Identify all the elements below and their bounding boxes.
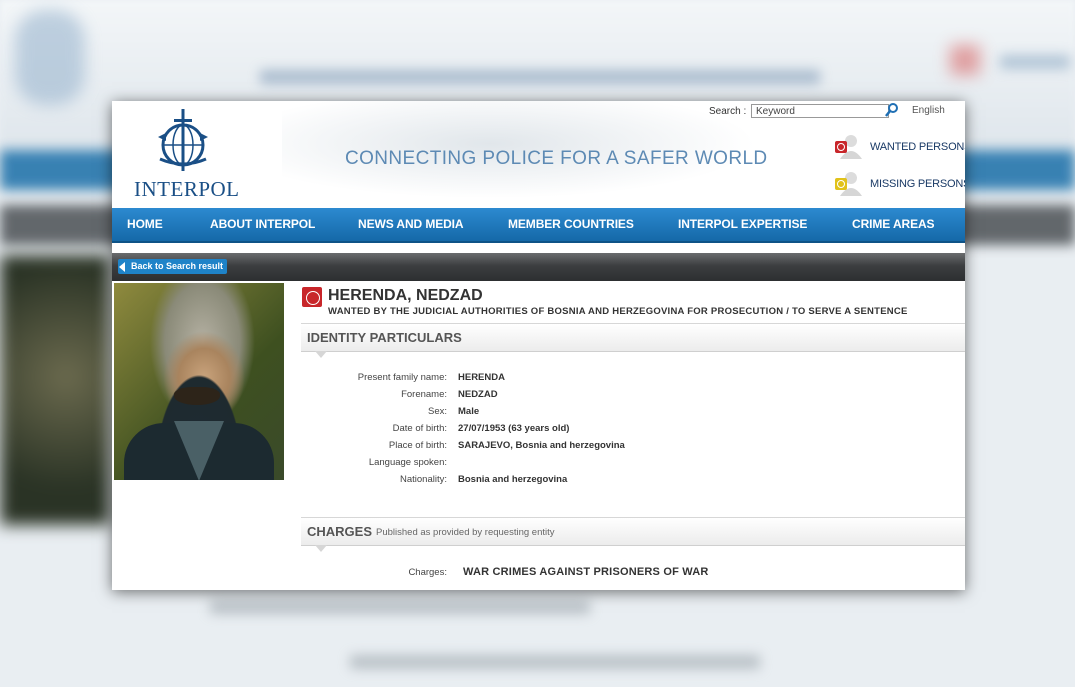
- back-to-search-button[interactable]: Back to Search result: [118, 259, 228, 274]
- particulars-value: 27/07/1953 (63 years old): [458, 423, 570, 434]
- wanted-person-name: HERENDA, NEDZAD: [328, 287, 483, 304]
- wanted-persons-label: WANTED PERSONS: [870, 141, 965, 153]
- particulars-value: SARAJEVO, Bosnia and herzegovina: [458, 440, 625, 451]
- particulars-value: HERENDA: [458, 372, 505, 383]
- charges-subtitle: Published as provided by requesting enti…: [376, 527, 555, 538]
- red-notice-icon: [302, 287, 322, 307]
- identity-particulars-header: IDENTITY PARTICULARS: [301, 323, 965, 358]
- charges-label: Charges:: [408, 567, 447, 578]
- suspect-photo: [114, 283, 284, 480]
- particulars-label: Present family name:: [357, 372, 447, 383]
- particulars-row: Sex: Male: [301, 406, 965, 420]
- particulars-value: Bosnia and herzegovina: [458, 474, 568, 485]
- interpol-emblem-icon: [158, 109, 208, 171]
- site-header: INTERPOL CONNECTING POLICE FOR A SAFER W…: [112, 101, 965, 208]
- particulars-value: Male: [458, 406, 480, 417]
- nav-item-home[interactable]: HOME: [127, 217, 163, 231]
- charges-title: CHARGES: [307, 524, 373, 539]
- particulars-label: Language spoken:: [368, 457, 447, 468]
- identity-particulars-list: Present family name: HERENDA Forename: N…: [301, 353, 965, 513]
- particulars-value: NEDZAD: [458, 389, 498, 400]
- interpol-logo[interactable]: INTERPOL: [130, 107, 240, 202]
- particulars-row: Place of birth: SARAJEVO, Bosnia and her…: [301, 440, 965, 454]
- wanted-persons-link[interactable]: WANTED PERSONS: [834, 133, 965, 159]
- particulars-row: Language spoken:: [301, 457, 965, 471]
- particulars-label: Sex:: [427, 406, 447, 417]
- nav-item-about-interpol[interactable]: ABOUT INTERPOL: [210, 217, 315, 231]
- missing-persons-label: MISSING PERSONS: [870, 178, 965, 190]
- background-tagline-blur: [260, 70, 820, 84]
- particulars-label: Nationality:: [400, 474, 447, 485]
- site-tagline: CONNECTING POLICE FOR A SAFER WORLD: [345, 148, 768, 169]
- section-notch: [315, 545, 327, 552]
- nav-item-news-and-media[interactable]: NEWS AND MEDIA: [358, 217, 464, 231]
- back-to-search-label: Back to Search result: [131, 261, 224, 271]
- logo-wordmark: INTERPOL: [134, 177, 240, 201]
- missing-persons-icon: [835, 172, 862, 196]
- main-nav: HOME ABOUT INTERPOL NEWS AND MEDIA MEMBE…: [112, 208, 965, 243]
- search-label: Search :: [709, 106, 747, 117]
- background-logo-blur: [15, 10, 85, 105]
- photo-mustache: [174, 387, 220, 405]
- missing-persons-link[interactable]: MISSING PERSONS: [834, 170, 965, 196]
- language-selector[interactable]: English: [912, 105, 945, 116]
- wanted-by-text: WANTED BY THE JUDICIAL AUTHORITIES OF BO…: [328, 306, 908, 317]
- wanted-persons-icon: [835, 135, 862, 159]
- background-photo-blur: [0, 255, 110, 525]
- search-input[interactable]: [751, 104, 889, 118]
- back-arrow-icon: [119, 262, 125, 272]
- nav-item-interpol-expertise[interactable]: INTERPOL EXPERTISE: [678, 217, 807, 231]
- charges-header: CHARGES Published as provided by request…: [301, 517, 965, 552]
- particulars-label: Forename:: [401, 389, 447, 400]
- particulars-row: Nationality: Bosnia and herzegovina: [301, 474, 965, 488]
- particulars-row: Date of birth: 27/07/1953 (63 years old): [301, 423, 965, 437]
- notice-page-card: INTERPOL CONNECTING POLICE FOR A SAFER W…: [112, 101, 965, 590]
- particulars-row: Forename: NEDZAD: [301, 389, 965, 403]
- particulars-label: Date of birth:: [392, 423, 447, 434]
- toolbar-strip: [112, 253, 965, 281]
- background-text-blur-2: [350, 655, 760, 669]
- background-link-blur: [1000, 55, 1070, 69]
- nav-item-crime-areas[interactable]: CRIME AREAS: [852, 217, 935, 231]
- background-text-blur: [210, 600, 590, 614]
- search-icon[interactable]: [885, 102, 899, 118]
- charges-value: WAR CRIMES AGAINST PRISONERS OF WAR: [463, 566, 709, 578]
- identity-particulars-title: IDENTITY PARTICULARS: [307, 330, 462, 345]
- particulars-row: Present family name: HERENDA: [301, 372, 965, 386]
- nav-item-member-countries[interactable]: MEMBER COUNTRIES: [508, 217, 634, 231]
- particulars-label: Place of birth:: [388, 440, 447, 451]
- background-icon-blur: [950, 45, 980, 75]
